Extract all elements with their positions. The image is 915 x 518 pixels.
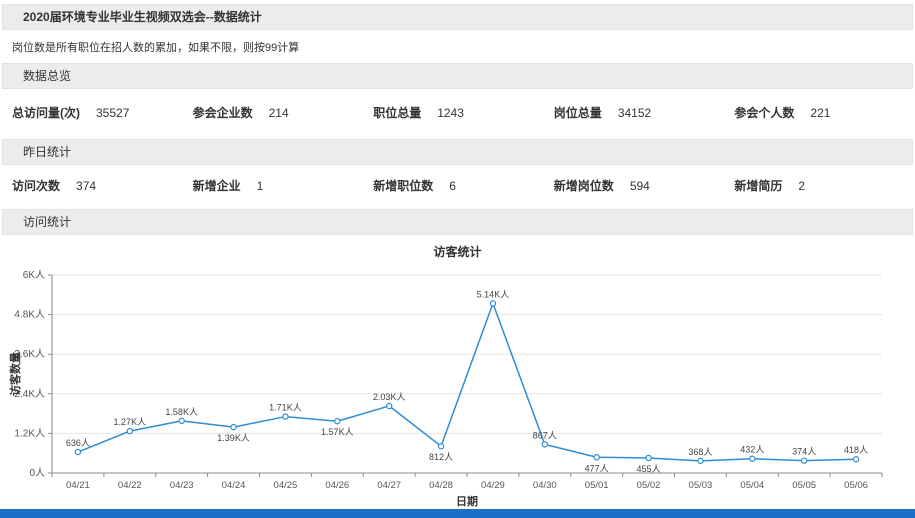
note-text: 岗位数是所有职位在招人数的累加，如果不限，则按99计算 xyxy=(0,30,915,61)
svg-text:4.8K人: 4.8K人 xyxy=(14,309,45,321)
svg-text:05/03: 05/03 xyxy=(689,480,713,491)
svg-text:05/05: 05/05 xyxy=(792,480,816,491)
svg-text:05/04: 05/04 xyxy=(740,480,764,491)
svg-text:374人: 374人 xyxy=(792,447,816,457)
section-header-label: 昨日统计 xyxy=(23,145,71,159)
stat-label: 总访问量(次) xyxy=(12,106,80,120)
stat-item-positions: 职位总量 1243 xyxy=(373,104,554,122)
stat-value: 374 xyxy=(76,179,96,193)
stat-label: 新增简历 xyxy=(734,179,782,193)
stat-value: 1243 xyxy=(437,106,464,120)
chart-title: 访客统计 xyxy=(0,243,915,261)
svg-text:访客数量: 访客数量 xyxy=(8,352,22,396)
svg-text:04/25: 04/25 xyxy=(274,480,298,491)
stat-label: 新增职位数 xyxy=(373,179,433,193)
yesterday-stats-row: 访问次数 374 新增企业 1 新增职位数 6 新增岗位数 594 新增简历 2 xyxy=(0,165,915,207)
svg-text:04/29: 04/29 xyxy=(481,480,505,491)
section-header-label: 数据总览 xyxy=(23,69,71,83)
stat-label: 新增岗位数 xyxy=(554,179,614,193)
stat-item-companies: 参会企业数 214 xyxy=(193,104,374,122)
svg-text:867人: 867人 xyxy=(533,430,557,440)
stat-item-openings: 岗位总量 34152 xyxy=(554,104,735,122)
svg-text:368人: 368人 xyxy=(688,447,712,457)
stat-label: 访问次数 xyxy=(12,179,60,193)
stat-label: 新增企业 xyxy=(193,179,241,193)
stat-value: 2 xyxy=(798,179,805,193)
section-header-label: 访问统计 xyxy=(23,215,71,229)
stat-value: 594 xyxy=(630,179,650,193)
svg-text:477人: 477人 xyxy=(585,463,609,473)
svg-text:04/24: 04/24 xyxy=(222,480,246,491)
stat-value: 35527 xyxy=(96,106,129,120)
stat-item-new-openings: 新增岗位数 594 xyxy=(554,177,735,195)
svg-text:04/30: 04/30 xyxy=(533,480,557,491)
svg-text:0人: 0人 xyxy=(29,467,45,479)
section-header-visits: 访问统计 xyxy=(2,209,913,235)
svg-text:04/26: 04/26 xyxy=(325,480,349,491)
svg-text:1.71K人: 1.71K人 xyxy=(269,403,302,413)
svg-text:04/23: 04/23 xyxy=(170,480,194,491)
svg-text:1.27K人: 1.27K人 xyxy=(114,417,147,427)
svg-text:05/01: 05/01 xyxy=(585,480,609,491)
stat-value: 6 xyxy=(449,179,456,193)
stat-label: 岗位总量 xyxy=(554,106,602,120)
svg-text:432人: 432人 xyxy=(740,445,764,455)
overview-stats-row: 总访问量(次) 35527 参会企业数 214 职位总量 1243 岗位总量 34152… xyxy=(0,89,915,137)
visitor-chart: 访客统计 0人1.2K人2.4K人3.6K人4.8K人6K人04/2104/22… xyxy=(0,235,915,509)
stat-label: 职位总量 xyxy=(373,106,421,120)
section-header-yesterday: 昨日统计 xyxy=(2,139,913,165)
stat-item-individuals: 参会个人数 221 xyxy=(734,104,915,122)
stat-item-total-visits: 总访问量(次) 35527 xyxy=(12,104,193,122)
stat-value: 214 xyxy=(269,106,289,120)
svg-text:6K人: 6K人 xyxy=(23,269,45,281)
svg-text:2.03K人: 2.03K人 xyxy=(373,392,406,402)
svg-text:04/27: 04/27 xyxy=(377,480,401,491)
svg-text:1.2K人: 1.2K人 xyxy=(14,427,45,439)
svg-text:455人: 455人 xyxy=(637,464,661,474)
svg-text:636人: 636人 xyxy=(66,438,90,448)
line-chart-canvas[interactable]: 0人1.2K人2.4K人3.6K人4.8K人6K人04/2104/2204/23… xyxy=(8,261,898,509)
stat-value: 221 xyxy=(810,106,830,120)
section-header-overview: 数据总览 xyxy=(2,63,913,89)
stat-label: 参会个人数 xyxy=(734,106,794,120)
stat-item-new-companies: 新增企业 1 xyxy=(193,177,374,195)
svg-text:1.58K人: 1.58K人 xyxy=(165,407,198,417)
svg-text:04/28: 04/28 xyxy=(429,480,453,491)
stat-item-new-positions: 新增职位数 6 xyxy=(373,177,554,195)
svg-text:04/22: 04/22 xyxy=(118,480,142,491)
svg-text:1.39K人: 1.39K人 xyxy=(217,433,250,443)
svg-text:05/06: 05/06 xyxy=(844,480,868,491)
svg-text:04/21: 04/21 xyxy=(66,480,90,491)
page-title-bar: 2020届环境专业毕业生视频双选会--数据统计 xyxy=(2,4,913,30)
svg-text:418人: 418人 xyxy=(844,445,868,455)
svg-text:05/02: 05/02 xyxy=(637,480,661,491)
stat-label: 参会企业数 xyxy=(193,106,253,120)
stat-value: 34152 xyxy=(618,106,651,120)
svg-text:日期: 日期 xyxy=(456,494,478,508)
svg-text:1.57K人: 1.57K人 xyxy=(321,427,354,437)
page-title: 2020届环境专业毕业生视频双选会--数据统计 xyxy=(23,10,262,24)
stat-value: 1 xyxy=(257,179,264,193)
svg-text:5.14K人: 5.14K人 xyxy=(477,289,510,299)
stat-item-new-resumes: 新增简历 2 xyxy=(734,177,915,195)
svg-text:812人: 812人 xyxy=(429,452,453,462)
stat-item-visit-count: 访问次数 374 xyxy=(12,177,193,195)
